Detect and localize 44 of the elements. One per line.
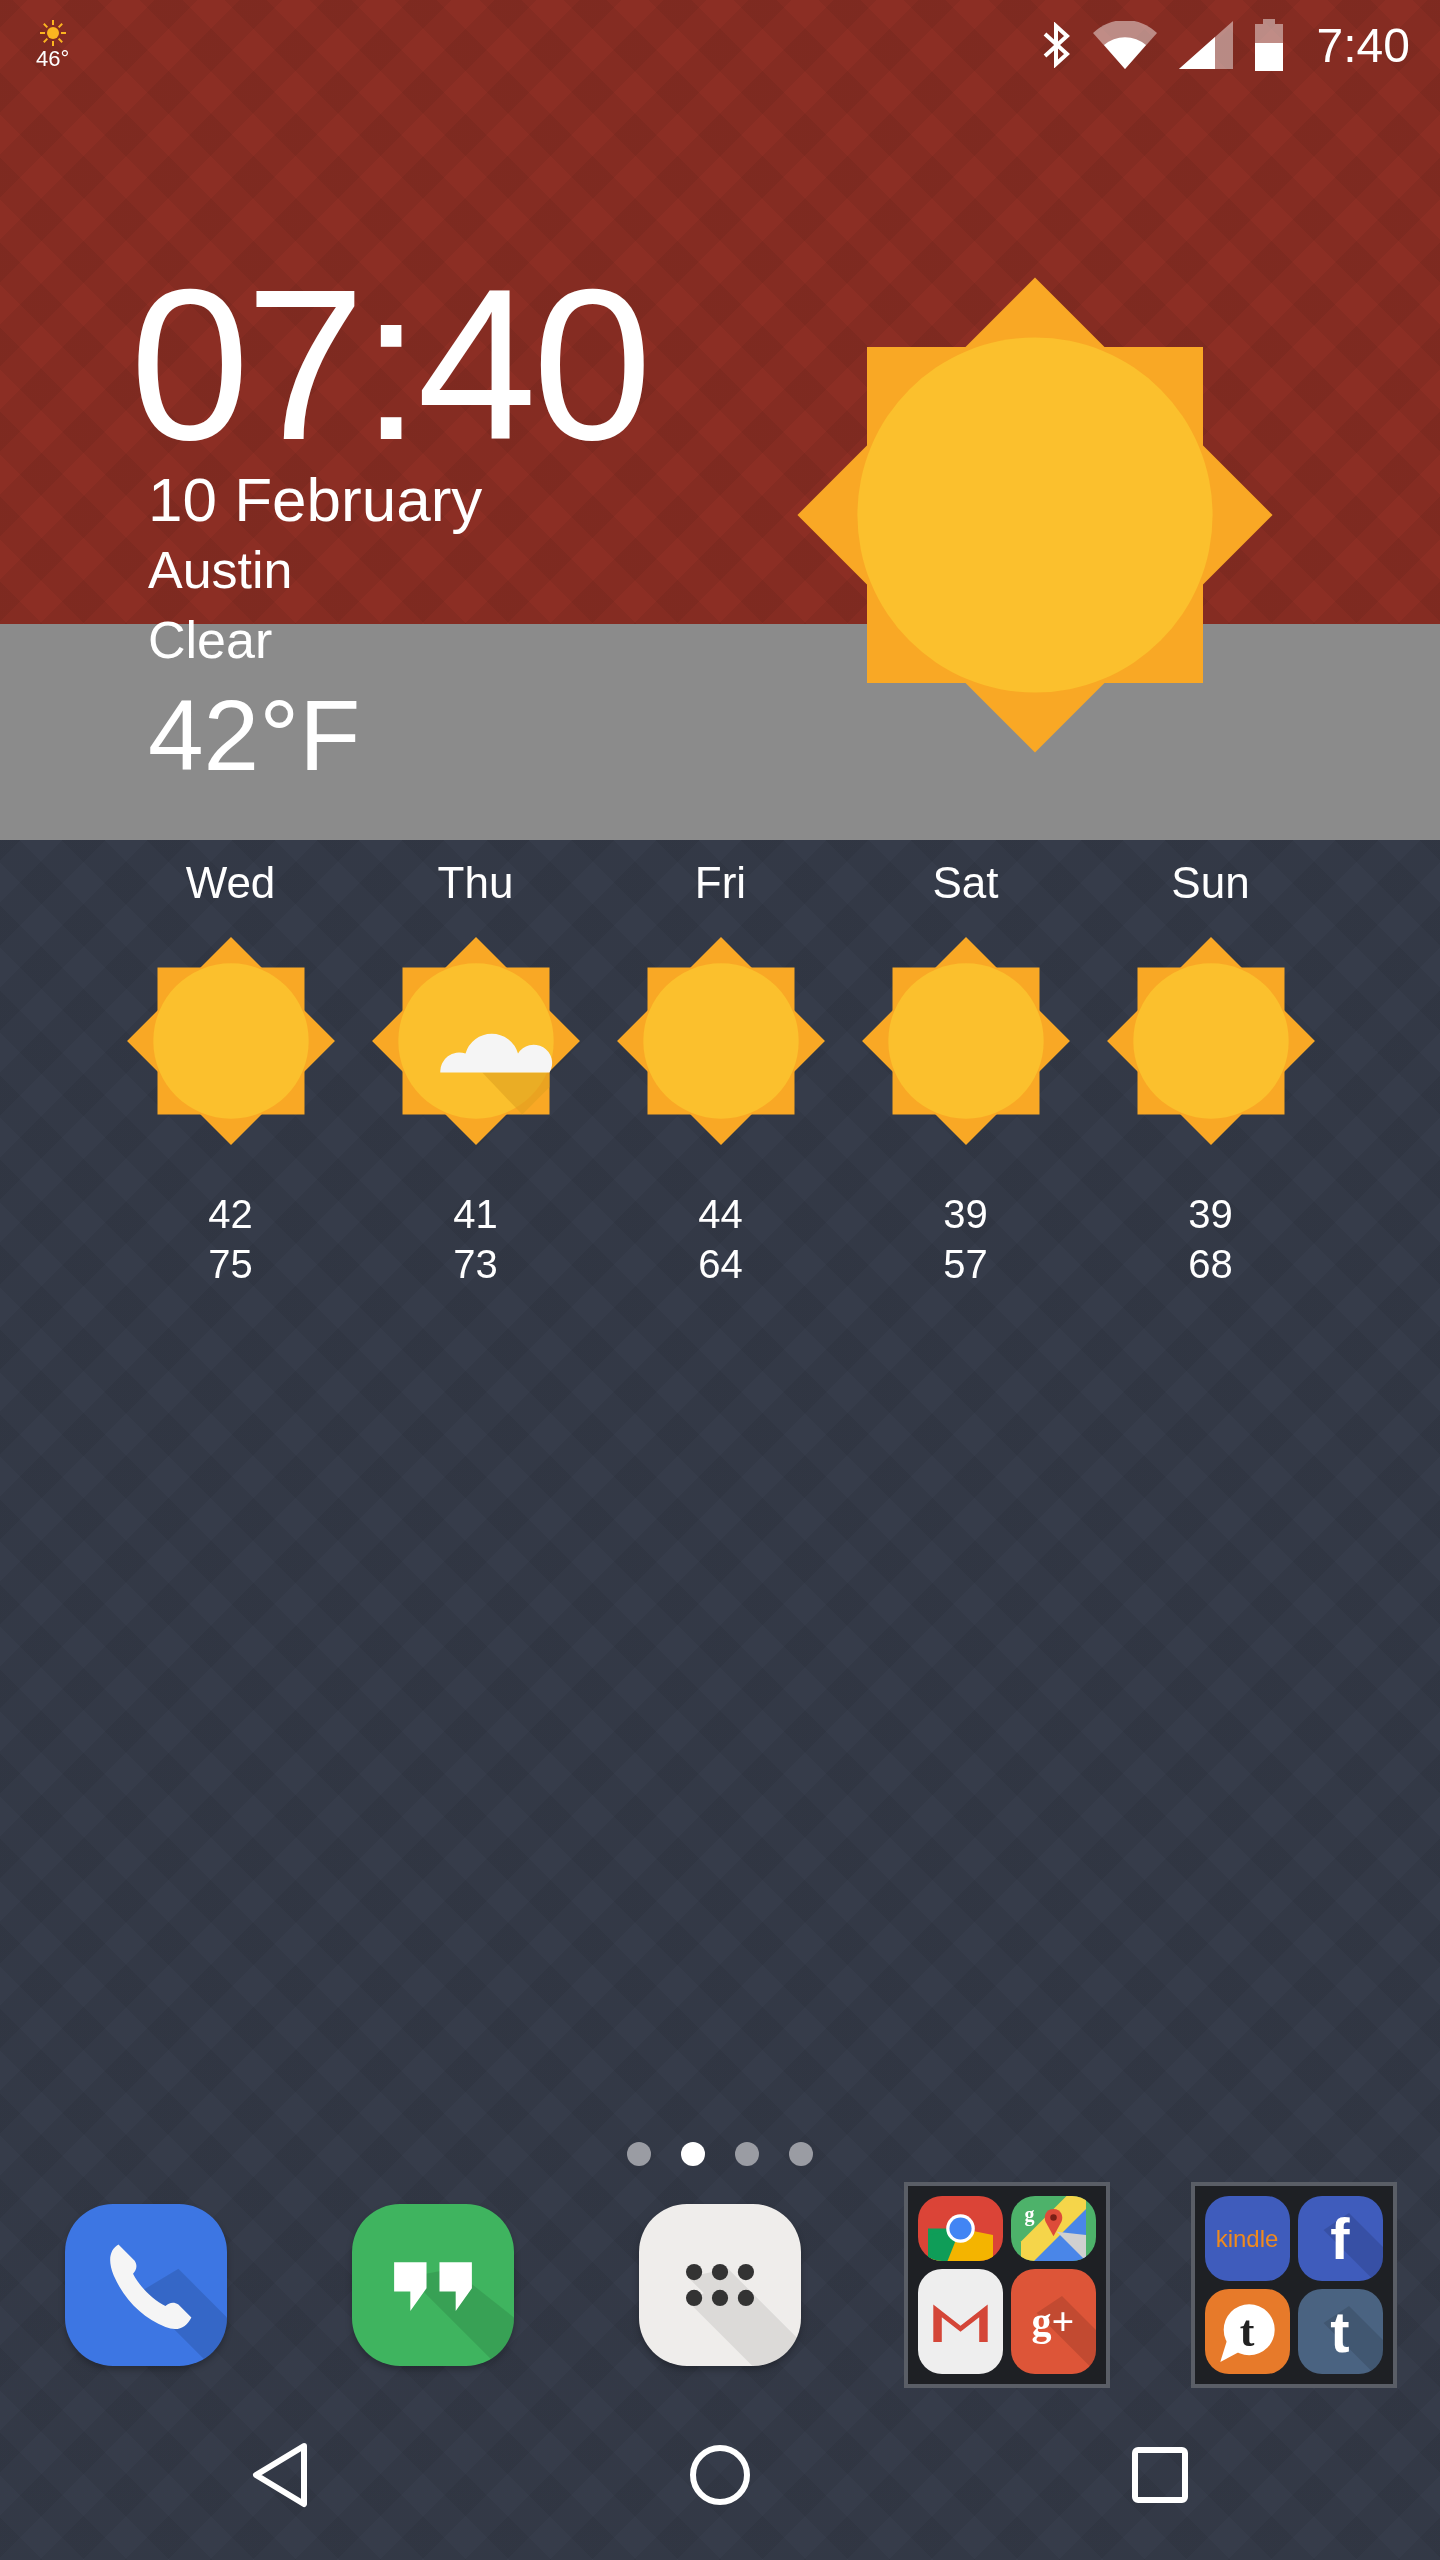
high-temperature: 57 — [943, 1241, 988, 1288]
speech-bubble-app-icon[interactable]: t — [1204, 2289, 1290, 2374]
recents-button[interactable] — [1132, 2447, 1188, 2503]
clock-date: 10 February — [148, 465, 483, 535]
low-temperature: 39 — [1188, 1191, 1233, 1238]
high-temperature: 68 — [1188, 1241, 1233, 1288]
high-temperature: 73 — [453, 1241, 498, 1288]
app-folder[interactable]: kindle f t t — [1190, 2182, 1397, 2388]
home-button[interactable] — [689, 2444, 751, 2506]
current-temperature: 42°F — [148, 678, 361, 793]
status-time: 7:40 — [1316, 17, 1410, 73]
forecast-day: Thu — [437, 858, 514, 908]
sun-icon — [38, 19, 67, 47]
low-temperature: 44 — [698, 1191, 743, 1238]
app-folder[interactable]: g g+ — [903, 2182, 1110, 2388]
chrome-app-icon[interactable] — [917, 2196, 1003, 2261]
quote-app-icon[interactable] — [351, 2204, 514, 2366]
high-temperature: 64 — [698, 1241, 743, 1288]
low-temperature: 42 — [208, 1191, 253, 1238]
weather-temperature: 46° — [36, 47, 70, 71]
page-indicator-dot[interactable] — [681, 2142, 705, 2166]
page-indicator-dot[interactable] — [735, 2142, 759, 2166]
low-temperature: 41 — [453, 1191, 498, 1238]
gplus-app-icon[interactable]: g+ — [1010, 2269, 1096, 2374]
app-drawer-icon[interactable] — [638, 2204, 801, 2366]
low-temperature: 39 — [943, 1191, 988, 1238]
high-temperature: 75 — [208, 1241, 253, 1288]
phone-app-icon[interactable] — [64, 2204, 227, 2366]
page-indicator-dot[interactable] — [789, 2142, 813, 2166]
signal-icon — [1178, 21, 1233, 69]
page-indicator-dot[interactable] — [627, 2142, 651, 2166]
tumblr-app-icon[interactable]: t — [1297, 2289, 1383, 2374]
battery-icon — [1254, 19, 1283, 71]
forecast-day: Sat — [932, 858, 999, 908]
forecast-day: Fri — [694, 858, 747, 908]
facebook-app-icon[interactable]: f — [1297, 2196, 1383, 2281]
weather-condition: Clear — [148, 610, 273, 671]
envelope-app-icon[interactable] — [917, 2269, 1003, 2374]
forecast-day: Sun — [1171, 858, 1250, 908]
back-button[interactable] — [250, 2441, 310, 2509]
city-name: Austin — [148, 540, 293, 601]
wifi-icon — [1092, 21, 1157, 69]
clock-time: 07:40 — [130, 265, 649, 465]
forecast-day: Wed — [185, 858, 276, 908]
